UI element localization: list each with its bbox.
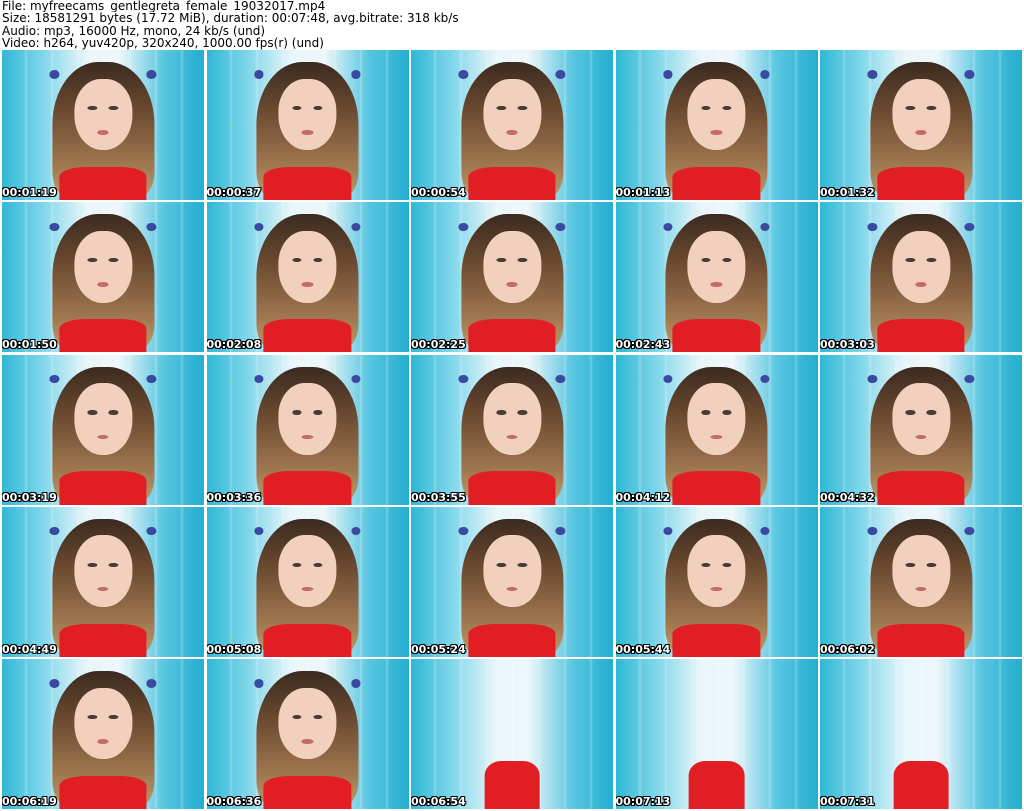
thumbnail: 00:03:36 xyxy=(206,354,409,505)
thumbnail: 00:06:36 xyxy=(206,659,409,809)
person-figure xyxy=(247,62,368,200)
thumbnail-grid: 00:01:19 00:00:37 00:00:54 00:01:13 00:0… xyxy=(2,50,1022,809)
person-figure xyxy=(451,366,572,505)
thumbnail: 00:01:19 xyxy=(2,50,204,200)
thumbnail: 00:02:25 xyxy=(411,202,613,353)
timestamp-label: 00:04:49 xyxy=(2,642,57,656)
thumbnail: 00:07:31 xyxy=(820,659,1022,809)
timestamp-label: 00:05:24 xyxy=(411,642,466,656)
thumbnail: 00:00:37 xyxy=(206,50,409,200)
timestamp-label: 00:04:32 xyxy=(820,490,875,504)
person-figure xyxy=(247,366,368,505)
timestamp-label: 00:06:02 xyxy=(820,642,875,656)
person-figure xyxy=(42,62,163,200)
person-figure xyxy=(42,366,163,505)
person-figure xyxy=(656,366,777,505)
person-figure xyxy=(860,62,981,200)
thumbnail: 00:03:19 xyxy=(2,354,204,505)
timestamp-label: 00:02:08 xyxy=(206,338,262,352)
person-figure xyxy=(42,214,163,353)
file-size-line: Size: 18581291 bytes (17.72 MiB), durati… xyxy=(2,12,459,25)
video-info-line: Video: h264, yuv420p, 320x240, 1000.00 f… xyxy=(2,37,324,50)
thumbnail: 00:06:19 xyxy=(2,659,204,809)
timestamp-label: 00:02:43 xyxy=(615,338,671,352)
timestamp-label: 00:04:12 xyxy=(615,490,671,504)
thumbnail: 00:00:54 xyxy=(411,50,613,200)
person-figure xyxy=(656,214,777,353)
file-info-header: File: myfreecams_gentlegreta_female_1903… xyxy=(2,0,1022,50)
timestamp-label: 00:03:36 xyxy=(206,490,262,504)
person-figure xyxy=(247,214,368,353)
person-figure xyxy=(883,689,960,809)
thumbnail: 00:01:50 xyxy=(2,202,204,353)
timestamp-label: 00:01:32 xyxy=(820,186,875,199)
timestamp-label: 00:00:37 xyxy=(206,186,262,199)
thumbnail: 00:03:55 xyxy=(411,354,613,505)
file-name-line: File: myfreecams_gentlegreta_female_1903… xyxy=(2,0,326,13)
timestamp-label: 00:01:13 xyxy=(615,186,671,199)
timestamp-label: 00:02:25 xyxy=(411,338,466,352)
thumbnail: 00:05:24 xyxy=(411,506,613,657)
timestamp-label: 00:01:19 xyxy=(2,186,57,199)
timestamp-label: 00:05:44 xyxy=(615,642,671,656)
person-figure xyxy=(247,671,368,809)
person-figure xyxy=(42,518,163,657)
person-figure xyxy=(451,518,572,657)
timestamp-label: 00:01:50 xyxy=(2,338,57,352)
person-figure xyxy=(451,214,572,353)
person-figure xyxy=(656,518,777,657)
person-figure xyxy=(474,689,551,809)
timestamp-label: 00:03:19 xyxy=(2,490,57,504)
thumbnail: 00:01:13 xyxy=(615,50,818,200)
person-figure xyxy=(451,62,572,200)
person-figure xyxy=(860,366,981,505)
thumbnail: 00:05:44 xyxy=(615,506,818,657)
thumbnail: 00:02:43 xyxy=(615,202,818,353)
thumbnail: 00:07:13 xyxy=(615,659,818,809)
timestamp-label: 00:03:03 xyxy=(820,338,875,352)
thumbnail: 00:01:32 xyxy=(820,50,1022,200)
timestamp-label: 00:05:08 xyxy=(206,642,262,656)
thumbnail: 00:02:08 xyxy=(206,202,409,353)
thumbnail: 00:04:12 xyxy=(615,354,818,505)
thumbnail: 00:06:02 xyxy=(820,506,1022,657)
timestamp-label: 00:03:55 xyxy=(411,490,466,504)
timestamp-label: 00:06:54 xyxy=(411,795,466,808)
thumbnail: 00:03:03 xyxy=(820,202,1022,353)
person-figure xyxy=(42,671,163,809)
person-figure xyxy=(656,62,777,200)
thumbnail: 00:04:32 xyxy=(820,354,1022,505)
timestamp-label: 00:00:54 xyxy=(411,186,466,199)
person-figure xyxy=(860,214,981,353)
thumbnail: 00:05:08 xyxy=(206,506,409,657)
person-figure xyxy=(247,518,368,657)
thumbnail: 00:06:54 xyxy=(411,659,613,809)
timestamp-label: 00:06:19 xyxy=(2,795,57,808)
timestamp-label: 00:07:13 xyxy=(615,795,671,808)
audio-info-line: Audio: mp3, 16000 Hz, mono, 24 kb/s (und… xyxy=(2,24,266,38)
thumbnail: 00:04:49 xyxy=(2,506,204,657)
timestamp-label: 00:06:36 xyxy=(206,795,262,808)
person-figure xyxy=(678,689,755,809)
timestamp-label: 00:07:31 xyxy=(820,795,875,808)
person-figure xyxy=(860,518,981,657)
